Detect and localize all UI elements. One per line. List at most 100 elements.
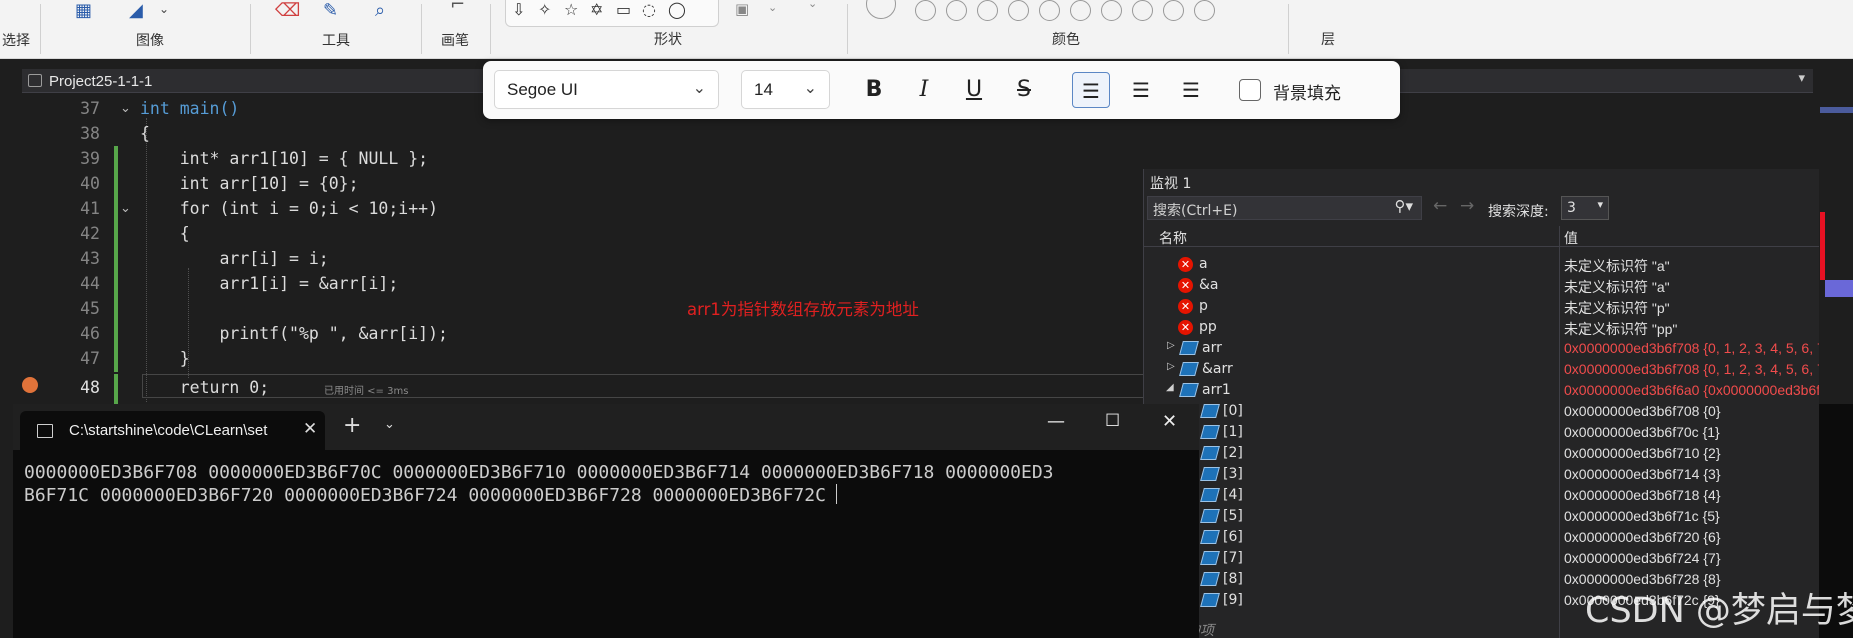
align-center-icon[interactable]: ☰ bbox=[1122, 72, 1160, 108]
chevron-down-icon[interactable]: ⌄ bbox=[159, 2, 169, 16]
minimize-icon[interactable]: — bbox=[1047, 411, 1065, 432]
terminal-window[interactable]: C:\startshine\code\CLearn\set ✕ + ⌄ — ☐ … bbox=[13, 404, 1199, 638]
ribbon-label-shapes: 形状 bbox=[654, 32, 682, 48]
align-right-icon[interactable]: ☰ bbox=[1172, 72, 1210, 108]
color-swatch[interactable] bbox=[1163, 0, 1184, 21]
shape-fill-icon[interactable]: ▣ bbox=[735, 0, 749, 18]
italic-button[interactable]: I bbox=[905, 72, 943, 108]
code-line[interactable]: { bbox=[140, 224, 190, 243]
shape-callout-icon[interactable]: ▭ bbox=[616, 0, 631, 19]
code-line[interactable]: arr[i] = i; bbox=[140, 249, 328, 268]
code-editor[interactable]: 37 38 39 40 41 42 43 44 45 46 47 48 ⌄ ⌄ … bbox=[22, 94, 1144, 404]
new-tab-icon[interactable]: + bbox=[343, 413, 361, 438]
search-icon[interactable]: ⚲▾ bbox=[1394, 197, 1413, 215]
brush-icon[interactable]: ⌐ bbox=[450, 0, 465, 15]
column-header-name[interactable]: 名称 bbox=[1159, 228, 1187, 248]
watch-row[interactable]: ✕ a 未定义标识符 "a" bbox=[1144, 254, 1820, 275]
expand-arrow-icon[interactable]: ▷ bbox=[1167, 340, 1175, 351]
strikethrough-button[interactable]: S bbox=[1005, 72, 1043, 108]
zoom-icon[interactable]: ⌕ bbox=[375, 0, 385, 21]
watch-row[interactable]: [2] 0x0000000ed3b6f710 {2} bbox=[1144, 443, 1820, 464]
project-title[interactable]: Project25-1-1-1 bbox=[49, 73, 152, 90]
dropdown-arrow-icon[interactable]: ▾ bbox=[1798, 71, 1805, 86]
color-swatch[interactable] bbox=[1008, 0, 1029, 21]
ribbon-label-layers[interactable]: 层 bbox=[1321, 29, 1335, 49]
watch-value: 0x0000000ed3b6f708 {0, 1, 2, 3, 4, 5, 6,… bbox=[1564, 361, 1825, 377]
color-swatch[interactable] bbox=[946, 0, 967, 21]
color-swatch[interactable] bbox=[1039, 0, 1060, 21]
underline-button[interactable]: U bbox=[955, 72, 993, 108]
close-icon[interactable]: ✕ bbox=[1162, 411, 1177, 432]
watch-row[interactable]: [7] 0x0000000ed3b6f724 {7} bbox=[1144, 548, 1820, 569]
terminal-output[interactable]: 0000000ED3B6F708 0000000ED3B6F70C 000000… bbox=[24, 461, 1194, 507]
chevron-down-icon[interactable]: ⌄ bbox=[384, 417, 395, 432]
font-size-select[interactable]: 14 ⌄ bbox=[741, 70, 830, 109]
shape-arrow-icon[interactable]: ⇩ bbox=[512, 0, 525, 19]
color-swatch[interactable] bbox=[1132, 0, 1153, 21]
shape-star6-icon[interactable]: ✡ bbox=[590, 0, 603, 19]
chevron-down-icon[interactable]: ⌄ bbox=[768, 1, 777, 14]
fold-toggle-icon[interactable]: ⌄ bbox=[120, 201, 131, 216]
code-line[interactable]: int main() bbox=[140, 99, 239, 118]
shape-star4-icon[interactable]: ✧ bbox=[538, 0, 551, 19]
watch-row[interactable]: ✕ pp 未定义标识符 "pp" bbox=[1144, 317, 1820, 338]
watch-row[interactable]: ✕ p 未定义标识符 "p" bbox=[1144, 296, 1820, 317]
code-line[interactable]: arr1[i] = &arr[i]; bbox=[140, 274, 398, 293]
terminal-tab[interactable]: C:\startshine\code\CLearn\set ✕ bbox=[20, 411, 325, 450]
color-swatch-primary[interactable] bbox=[866, 0, 896, 19]
search-depth-select[interactable]: 3 ▾ bbox=[1561, 196, 1609, 220]
variable-icon bbox=[1200, 551, 1220, 565]
code-line[interactable]: for (int i = 0;i < 10;i++) bbox=[140, 199, 438, 218]
fold-toggle-icon[interactable]: ⌄ bbox=[120, 101, 131, 116]
watch-value: 0x0000000ed3b6f710 {2} bbox=[1564, 445, 1721, 461]
watch-row[interactable]: ▷ arr 0x0000000ed3b6f708 {0, 1, 2, 3, 4,… bbox=[1144, 338, 1825, 359]
search-back-icon[interactable]: ← bbox=[1433, 196, 1447, 216]
code-line[interactable]: { bbox=[140, 124, 150, 143]
watch-row[interactable]: ✕ &a 未定义标识符 "a" bbox=[1144, 275, 1820, 296]
chevron-down-icon[interactable]: ⌄ bbox=[808, 0, 817, 10]
shape-oval-callout-icon[interactable]: ◯ bbox=[668, 0, 686, 19]
watch-row[interactable]: [6] 0x0000000ed3b6f720 {6} bbox=[1144, 527, 1820, 548]
shape-gallery[interactable]: ⇩ ✧ ☆ ✡ ▭ ◌ ◯ bbox=[505, 0, 719, 27]
font-family-select[interactable]: Segoe UI ⌄ bbox=[494, 70, 719, 109]
pen-icon[interactable]: ✎ bbox=[323, 0, 338, 21]
search-forward-icon[interactable]: → bbox=[1460, 196, 1474, 216]
color-swatch[interactable] bbox=[915, 0, 936, 21]
color-swatch[interactable] bbox=[1070, 0, 1091, 21]
watch-row[interactable]: [5] 0x0000000ed3b6f71c {5} bbox=[1144, 506, 1820, 527]
bold-button[interactable]: B bbox=[855, 72, 893, 108]
shape-star5-icon[interactable]: ☆ bbox=[564, 0, 578, 19]
shape-cloud-callout-icon[interactable]: ◌ bbox=[642, 0, 656, 19]
watch-name: p bbox=[1199, 298, 1208, 314]
ribbon-group-image[interactable]: ▦ ◢ ⌄ 图像 bbox=[41, 0, 250, 59]
watch-row[interactable]: [0] 0x0000000ed3b6f708 {0} bbox=[1144, 401, 1820, 422]
background-fill-checkbox[interactable] bbox=[1239, 79, 1261, 101]
code-line[interactable]: } bbox=[140, 349, 190, 368]
close-tab-icon[interactable]: ✕ bbox=[303, 419, 317, 439]
ribbon-group-select[interactable]: 选择 bbox=[0, 0, 38, 59]
image-rotate-icon[interactable]: ◢ bbox=[129, 0, 143, 21]
execution-pointer-icon[interactable] bbox=[22, 377, 38, 393]
code-line[interactable]: int* arr1[10] = { NULL }; bbox=[140, 149, 428, 168]
color-swatch[interactable] bbox=[1194, 0, 1215, 21]
code-line[interactable]: printf("%p ", &arr[i]); bbox=[140, 324, 447, 343]
image-select-icon[interactable]: ▦ bbox=[75, 0, 92, 21]
align-left-icon[interactable]: ☰ bbox=[1072, 72, 1110, 108]
column-header-value[interactable]: 值 bbox=[1564, 228, 1578, 248]
watch-row[interactable]: ◢ arr1 0x0000000ed3b6f6a0 {0x0000000ed3b… bbox=[1144, 380, 1820, 401]
code-line-current[interactable]: return 0; bbox=[140, 378, 269, 397]
code-line[interactable]: int arr[10] = {0}; bbox=[140, 174, 359, 193]
collapse-arrow-icon[interactable]: ◢ bbox=[1166, 382, 1174, 393]
watch-row[interactable]: [1] 0x0000000ed3b6f70c {1} bbox=[1144, 422, 1820, 443]
watch-row[interactable]: ▷ &arr 0x0000000ed3b6f708 {0, 1, 2, 3, 4… bbox=[1144, 359, 1825, 380]
maximize-icon[interactable]: ☐ bbox=[1105, 411, 1120, 431]
eraser-icon[interactable]: ⌫ bbox=[275, 0, 300, 21]
ribbon-group-tools[interactable]: ⌫ ✎ ⌕ 工具 bbox=[251, 0, 421, 59]
color-swatch[interactable] bbox=[1101, 0, 1122, 21]
color-swatch[interactable] bbox=[977, 0, 998, 21]
watch-row[interactable]: [4] 0x0000000ed3b6f718 {4} bbox=[1144, 485, 1820, 506]
ribbon-group-brush[interactable]: ⌐ 画笔 bbox=[422, 0, 490, 59]
expand-arrow-icon[interactable]: ▷ bbox=[1167, 361, 1175, 372]
watch-row[interactable]: [3] 0x0000000ed3b6f714 {3} bbox=[1144, 464, 1820, 485]
watch-search-input[interactable]: 搜索(Ctrl+E) ⚲▾ bbox=[1147, 196, 1422, 220]
